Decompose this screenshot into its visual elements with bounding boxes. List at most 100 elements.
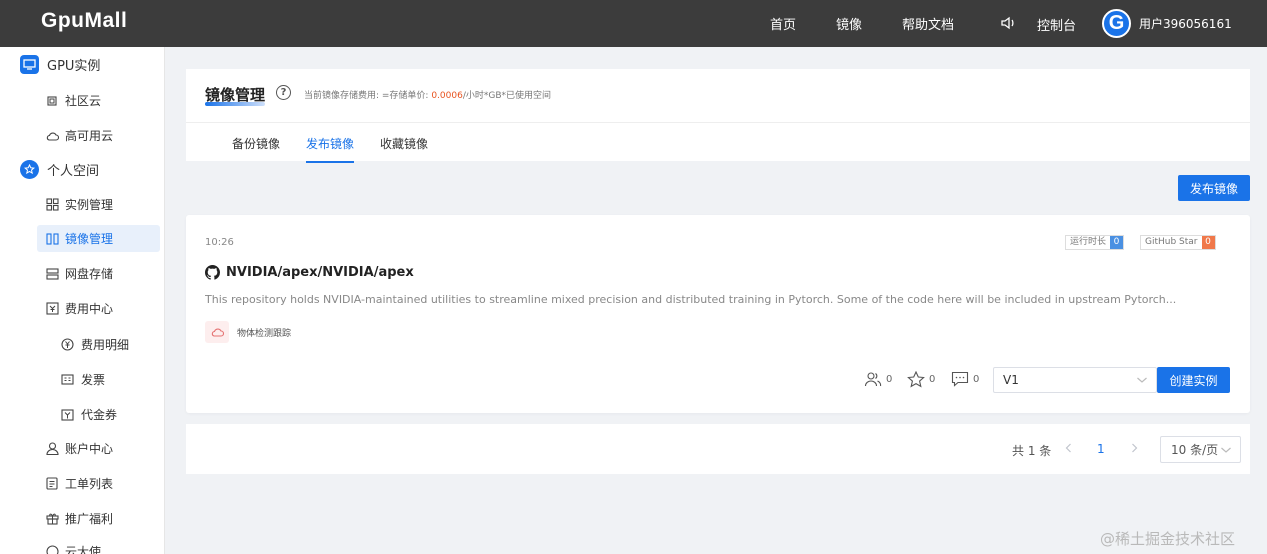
sidebar-sub-label: 发票 xyxy=(81,373,106,387)
chevron-right-icon[interactable] xyxy=(1127,441,1141,455)
sidebar-group-personal[interactable]: 个人空间 xyxy=(20,160,99,179)
create-instance-button[interactable]: 创建实例 xyxy=(1157,367,1230,393)
card-time: 10:26 xyxy=(205,237,234,248)
sidebar-item-label: 云大使 xyxy=(65,545,102,554)
sidebar-item-account[interactable]: 账户中心 xyxy=(37,435,160,462)
repo-title[interactable]: NVIDIA/apex/NVIDIA/apex xyxy=(205,265,414,280)
billing-icon xyxy=(45,302,59,316)
speaker-icon[interactable] xyxy=(1000,14,1018,32)
repo-name: NVIDIA/apex/NVIDIA/apex xyxy=(226,265,414,280)
sidebar-group-label: 个人空间 xyxy=(47,164,100,179)
storage-icon xyxy=(45,267,59,281)
nav-images[interactable]: 镜像 xyxy=(836,14,862,33)
sidebar-sub-label: 代金券 xyxy=(81,408,118,422)
sidebar-group-gpu[interactable]: GPU实例 xyxy=(20,55,100,74)
chevron-left-icon[interactable] xyxy=(1062,441,1076,455)
help-icon[interactable]: ? xyxy=(276,85,291,100)
top-bar: GpuMall 首页 镜像 帮助文档 控制台 G 用户396056161 xyxy=(0,0,1267,47)
sidebar: GPU实例 社区云 高可用云 个人空间 实例管理 镜像管理 网盘存储 费用中心 … xyxy=(0,47,165,554)
yuan-icon xyxy=(60,338,74,352)
publish-image-button[interactable]: 发布镜像 xyxy=(1178,175,1250,201)
top-nav: 首页 镜像 帮助文档 xyxy=(770,0,994,47)
sidebar-item-instances[interactable]: 实例管理 xyxy=(37,191,160,218)
star-outline-icon xyxy=(907,371,925,388)
runtime-badge-value: 0 xyxy=(1110,236,1124,249)
page-header-panel: 镜像管理 ? 当前镜像存储费用: =存储单价: 0.0006/小时*GB*已使用… xyxy=(186,69,1250,163)
comments-count: 0 xyxy=(973,373,980,385)
sidebar-item-label: 账户中心 xyxy=(65,442,114,456)
sidebar-item-label: 实例管理 xyxy=(65,198,114,212)
divider xyxy=(186,122,1250,123)
star-badge-value: 0 xyxy=(1201,236,1215,249)
avatar[interactable]: G xyxy=(1102,9,1131,38)
github-icon xyxy=(205,265,220,280)
sidebar-item-tickets[interactable]: 工单列表 xyxy=(37,470,160,497)
gift-icon xyxy=(45,512,59,526)
sidebar-sub-voucher[interactable]: 代金券 xyxy=(60,401,117,428)
version-value: V1 xyxy=(1003,373,1019,387)
tab-favorite-images[interactable]: 收藏镜像 xyxy=(380,135,428,163)
image-manage-icon xyxy=(45,232,59,246)
sidebar-item-billing[interactable]: 费用中心 xyxy=(37,295,160,322)
comments-stat[interactable]: 0 xyxy=(951,371,979,387)
stars-stat[interactable]: 0 xyxy=(907,371,935,388)
repo-description: This repository holds NVIDIA-maintained … xyxy=(205,293,1177,306)
tab-backup-images[interactable]: 备份镜像 xyxy=(232,135,280,163)
sidebar-item-label: 费用中心 xyxy=(65,302,114,316)
sidebar-item-label: 网盘存储 xyxy=(65,267,114,281)
sidebar-item-promo[interactable]: 推广福利 xyxy=(37,505,160,532)
chevron-down-icon xyxy=(1137,377,1147,383)
users-stat[interactable]: 0 xyxy=(864,371,892,387)
tab-published-images[interactable]: 发布镜像 xyxy=(306,135,355,163)
logo[interactable]: GpuMall xyxy=(41,9,127,33)
total-count: 共 1 条 xyxy=(1012,444,1052,458)
pagination: 共 1 条 1 10 条/页 xyxy=(186,424,1250,474)
sidebar-item-images[interactable]: 镜像管理 xyxy=(37,225,160,252)
category-tag: 物体检测跟踪 xyxy=(205,321,291,343)
image-card: 10:26 运行时长 0 GitHub Star 0 NVIDIA/apex/N… xyxy=(186,215,1250,413)
sidebar-sub-label: 费用明细 xyxy=(81,338,130,352)
page-size-select[interactable]: 10 条/页 xyxy=(1160,436,1241,463)
version-select[interactable]: V1 xyxy=(993,367,1157,393)
sidebar-item-label: 推广福利 xyxy=(65,512,114,526)
user-icon xyxy=(45,442,59,456)
tag-label: 物体检测跟踪 xyxy=(237,328,292,339)
cloud-icon xyxy=(205,321,229,343)
stars-count: 0 xyxy=(929,374,936,385)
username[interactable]: 用户396056161 xyxy=(1139,15,1232,32)
sidebar-item-storage[interactable]: 网盘存储 xyxy=(37,260,160,287)
chevron-down-icon xyxy=(1221,447,1231,453)
nav-home[interactable]: 首页 xyxy=(770,14,796,33)
users-count: 0 xyxy=(886,373,893,385)
github-star-badge: GitHub Star 0 xyxy=(1140,235,1216,250)
sidebar-item-label: 高可用云 xyxy=(65,129,114,143)
ambassador-icon xyxy=(45,545,59,554)
sidebar-sub-invoice[interactable]: 发票 xyxy=(60,366,105,393)
monitor-icon xyxy=(20,55,39,74)
sidebar-item-ha-cloud[interactable]: 高可用云 xyxy=(37,122,160,149)
sidebar-item-label: 镜像管理 xyxy=(65,232,114,246)
sidebar-item-label: 工单列表 xyxy=(65,477,114,491)
voucher-icon xyxy=(60,408,74,422)
sidebar-sub-billing-detail[interactable]: 费用明细 xyxy=(60,331,129,358)
runtime-badge-label: 运行时长 xyxy=(1070,237,1107,247)
users-icon xyxy=(864,372,882,387)
sidebar-group-label: GPU实例 xyxy=(47,59,101,74)
fee-prefix: 当前镜像存储费用: =存储单价: xyxy=(304,91,432,101)
sidebar-item-label: 社区云 xyxy=(65,94,102,108)
nav-docs[interactable]: 帮助文档 xyxy=(902,14,954,33)
grid-icon xyxy=(45,198,59,212)
star-badge-label: GitHub Star xyxy=(1145,237,1198,247)
console-link[interactable]: 控制台 xyxy=(1037,15,1076,34)
title-underline xyxy=(205,102,265,106)
sidebar-item-more[interactable]: 云大使 xyxy=(37,538,160,554)
comment-icon xyxy=(951,371,969,387)
ticket-list-icon xyxy=(45,477,59,491)
page-number[interactable]: 1 xyxy=(1097,442,1105,456)
star-icon xyxy=(20,160,39,179)
chip-icon xyxy=(45,94,59,108)
storage-fee-note: 当前镜像存储费用: =存储单价: 0.0006/小时*GB*已使用空间 xyxy=(304,88,551,101)
cloud-icon xyxy=(45,129,59,143)
tabs: 备份镜像 发布镜像 收藏镜像 xyxy=(232,135,454,163)
sidebar-item-community[interactable]: 社区云 xyxy=(37,87,160,114)
